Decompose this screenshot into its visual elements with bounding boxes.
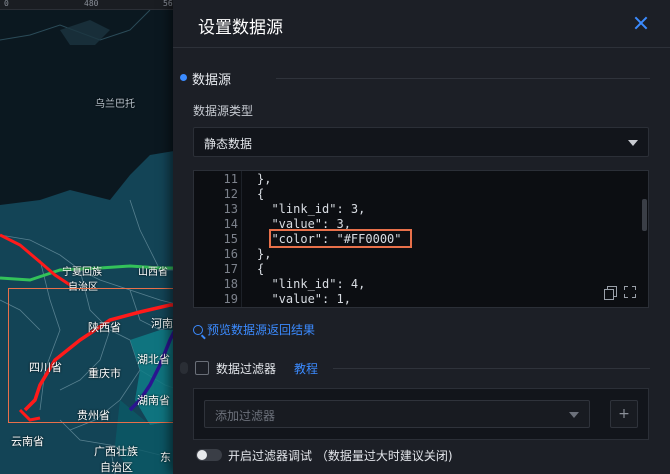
line-number: 19 <box>223 292 238 306</box>
caret-down-icon <box>569 412 579 418</box>
ruler-tick: 56 <box>163 0 173 8</box>
code-line: }, <box>257 172 272 186</box>
line-number: 14 <box>223 217 238 231</box>
tutorial-link[interactable]: 教程 <box>294 360 318 377</box>
fullscreen-icon[interactable] <box>624 286 636 298</box>
gutter-divider <box>241 171 242 307</box>
map-label-shanxi: 山西省 <box>138 267 168 278</box>
add-filter-select[interactable]: 添加过滤器 <box>204 400 590 428</box>
section-divider <box>276 78 650 79</box>
filter-debug-label: 开启过滤器调试 （数据量过大时建议关闭) <box>228 449 453 463</box>
line-number: 17 <box>223 262 238 276</box>
map-preview: 0 480 56 乌兰巴托 宁夏回族 自治区 山西省 陕西省 河南 四川省 重庆… <box>0 0 180 474</box>
editor-gutter: 11 12 13 14 15 16 17 18 19 <box>194 171 242 307</box>
code-line: { <box>257 187 265 201</box>
editor-scrollbar[interactable] <box>642 199 647 231</box>
line-number: 16 <box>223 247 238 261</box>
datasource-panel: 设置数据源 数据源 数据源类型 静态数据 11 12 13 14 15 16 1… <box>173 0 670 474</box>
datasource-type-value: 静态数据 <box>204 137 253 151</box>
search-icon <box>193 325 203 335</box>
filter-container: 添加过滤器 + <box>193 388 649 440</box>
filter-divider <box>333 368 650 369</box>
filter-label: 数据过滤器 <box>216 362 277 376</box>
map-selection-box <box>8 288 180 423</box>
add-filter-placeholder: 添加过滤器 <box>215 409 276 423</box>
code-line: "link_id": 3, <box>257 202 366 216</box>
highlight-box <box>269 229 412 248</box>
panel-resize-handle[interactable] <box>180 362 188 374</box>
close-icon[interactable] <box>631 14 651 34</box>
preview-result-label: 预览数据源返回结果 <box>207 323 316 337</box>
map-label-guangxi: 广西壮族 <box>94 445 138 458</box>
ruler-tick: 480 <box>84 0 99 8</box>
map-label-east: 东 <box>160 451 171 464</box>
line-number: 12 <box>223 187 238 201</box>
code-line: "value": 1, <box>257 292 351 306</box>
filter-debug-toggle[interactable] <box>196 449 222 461</box>
section-title: 数据源 <box>192 73 232 88</box>
line-number: 18 <box>223 277 238 291</box>
add-filter-button[interactable]: + <box>610 400 638 428</box>
caret-down-icon <box>628 140 638 146</box>
code-line: }, <box>257 247 272 261</box>
datasource-type-select[interactable]: 静态数据 <box>193 127 649 157</box>
line-number: 13 <box>223 202 238 216</box>
preview-result-link[interactable]: 预览数据源返回结果 <box>193 321 315 338</box>
map-ruler: 0 480 56 <box>0 0 180 10</box>
datasource-type-label: 数据源类型 <box>193 104 254 118</box>
code-editor[interactable]: 11 12 13 14 15 16 17 18 19 }, { "link_id… <box>193 170 649 308</box>
line-number: 15 <box>223 232 238 246</box>
panel-title: 设置数据源 <box>198 18 283 38</box>
filter-checkbox[interactable] <box>195 361 209 375</box>
section-dot-icon <box>180 74 187 81</box>
map-label-ningxia: 宁夏回族 <box>62 267 102 278</box>
map-label-guangxi-2: 自治区 <box>100 461 133 474</box>
copy-icon[interactable] <box>604 286 617 300</box>
ruler-tick: 0 <box>4 0 9 8</box>
code-line: { <box>257 262 265 276</box>
map-label-yunnan: 云南省 <box>11 435 44 448</box>
code-line: "link_id": 4, <box>257 277 366 291</box>
map-label-wulanchabu: 乌兰巴托 <box>95 99 135 110</box>
line-number: 11 <box>223 172 238 186</box>
panel-header: 设置数据源 <box>173 0 670 48</box>
